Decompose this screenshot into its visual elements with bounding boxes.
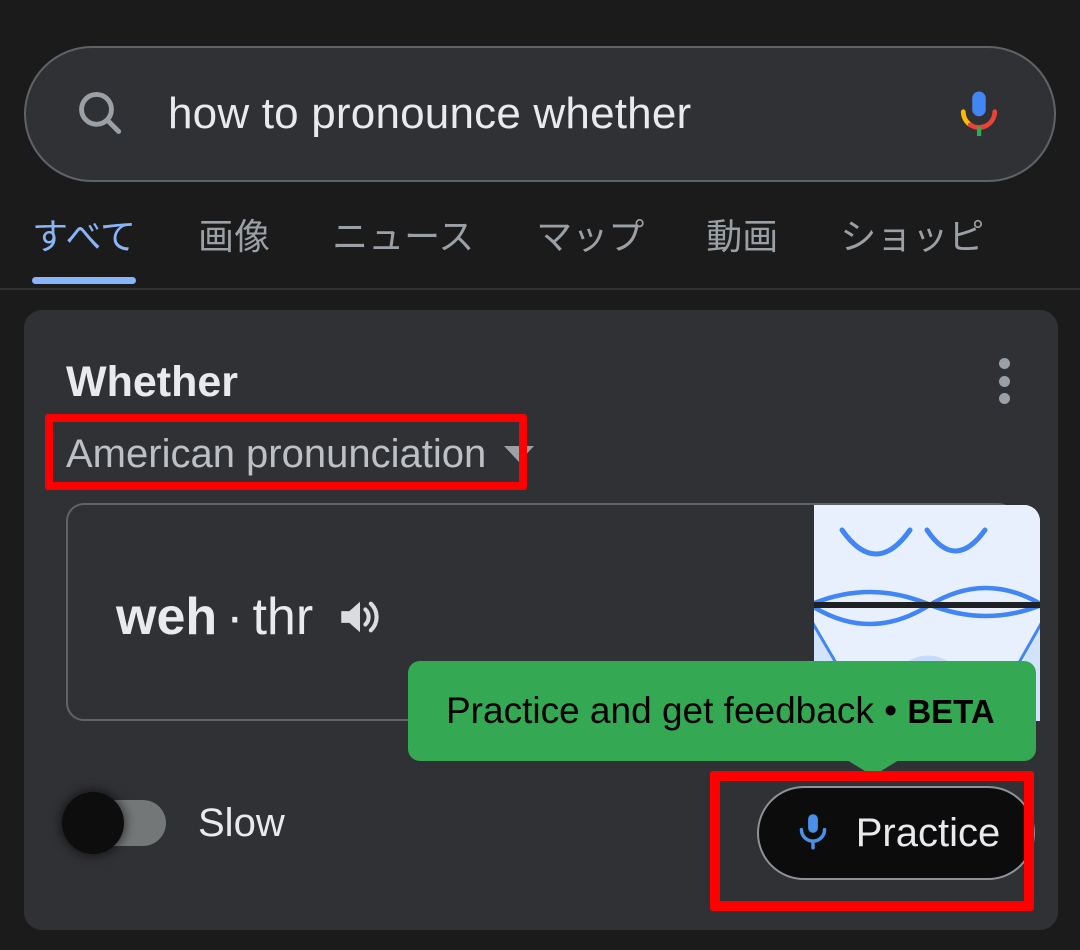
toggle-knob: [62, 792, 124, 854]
dot-1: [998, 358, 1010, 369]
phonetic-spelling: weh · thr: [116, 587, 385, 647]
google-mic-icon[interactable]: [952, 87, 1006, 141]
tabs-divider: [0, 288, 1080, 290]
unstressed-syllable: thr: [252, 588, 314, 646]
syllable-separator: ·: [226, 588, 244, 646]
tab-maps[interactable]: マップ: [536, 200, 644, 292]
page-title: Whether: [66, 358, 238, 406]
more-vert-icon[interactable]: [982, 354, 1026, 408]
page-root: how to pronounce whether すべて 画像 ニュース マップ…: [0, 0, 1080, 950]
tab-all[interactable]: すべて: [32, 200, 137, 292]
practice-button[interactable]: Practice: [757, 786, 1035, 880]
search-tabs: すべて 画像 ニュース マップ 動画 ショッピ: [32, 200, 1080, 292]
search-input[interactable]: how to pronounce whether: [168, 89, 952, 139]
tab-news[interactable]: ニュース: [332, 200, 474, 292]
pronunciation-card: Whether American pronunciation weh · thr: [24, 310, 1058, 930]
slow-toggle-label: Slow: [198, 800, 285, 845]
tooltip-arrow: [847, 760, 899, 776]
dot-3: [998, 393, 1010, 404]
accent-dropdown-label: American pronunciation: [66, 431, 487, 476]
stressed-syllable: weh: [116, 588, 218, 646]
tooltip-text-row: Practice and get feedback • BETA: [446, 690, 995, 732]
search-bar[interactable]: how to pronounce whether: [24, 46, 1056, 182]
chevron-down-icon: [504, 446, 535, 462]
tab-videos[interactable]: 動画: [706, 200, 778, 292]
volume-up-icon[interactable]: [335, 592, 385, 642]
tab-images[interactable]: 画像: [198, 200, 270, 292]
accent-dropdown[interactable]: American pronunciation: [66, 427, 535, 481]
dot-2: [998, 375, 1010, 387]
tab-shopping[interactable]: ショッピ: [840, 200, 984, 292]
beta-tooltip: Practice and get feedback • BETA: [408, 661, 1036, 761]
slow-toggle-row[interactable]: Slow: [62, 792, 285, 854]
search-icon: [72, 86, 128, 142]
practice-button-label: Practice: [855, 810, 1001, 855]
tooltip-message: Practice and get feedback •: [446, 690, 908, 731]
slow-toggle-switch[interactable]: [62, 792, 166, 854]
beta-badge: BETA: [907, 693, 995, 730]
microphone-icon: [792, 810, 834, 857]
